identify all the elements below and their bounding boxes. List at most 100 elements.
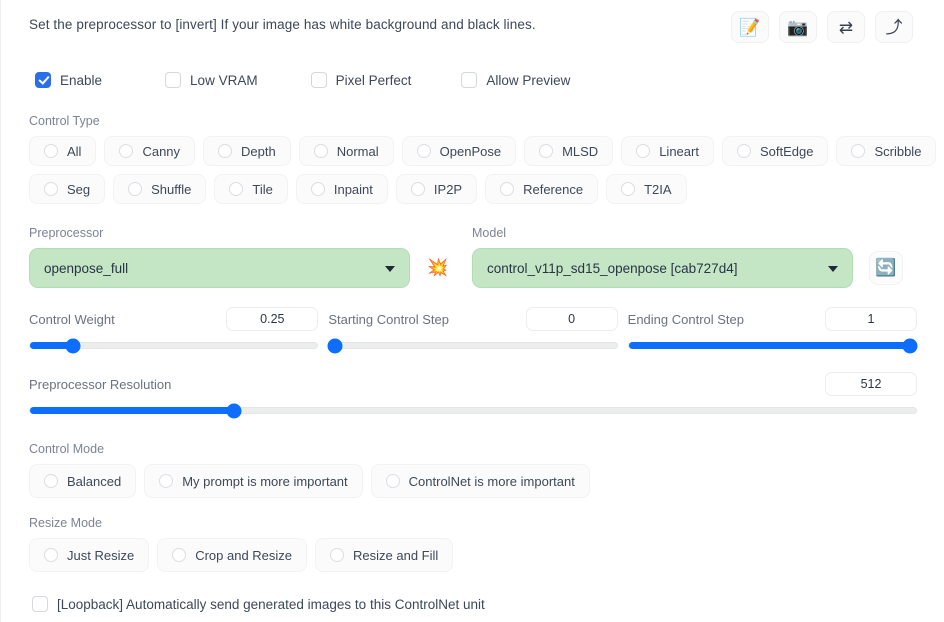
control-type-option-scribble[interactable]: Scribble xyxy=(836,136,937,166)
control-weight-track[interactable] xyxy=(29,338,319,353)
control-type-option-seg[interactable]: Seg xyxy=(29,174,106,204)
control-type-option-softedge[interactable]: SoftEdge xyxy=(721,136,829,166)
toggle-enable[interactable]: Enable xyxy=(35,72,102,88)
preprocessor-resolution-track[interactable] xyxy=(29,403,917,418)
control-mode-option-my-prompt[interactable]: My prompt is more important xyxy=(144,464,363,498)
starting-control-step-thumb[interactable] xyxy=(327,338,343,353)
toggle-pixel-perfect[interactable]: Pixel Perfect xyxy=(310,72,411,88)
panel-header: Set the preprocessor to [invert] If your… xyxy=(29,0,917,43)
control-type-option-reference[interactable]: Reference xyxy=(485,174,599,204)
enable-checkbox[interactable] xyxy=(35,72,51,88)
control-weight-slider-block: Control Weight 0.25 xyxy=(29,306,319,353)
control-mode-option-controlnet[interactable]: ControlNet is more important xyxy=(370,464,590,498)
ending-control-step-label: Ending Control Step xyxy=(627,311,745,327)
control-type-option-label: All xyxy=(67,143,82,159)
unit-toggle-row: Enable Low VRAM Pixel Perfect Allow Prev… xyxy=(29,72,917,88)
control-type-option-all[interactable]: All xyxy=(29,136,97,166)
control-type-option-normal[interactable]: Normal xyxy=(298,136,394,166)
swap-arrows-icon[interactable]: ⇄ xyxy=(827,11,865,43)
radio-icon[interactable] xyxy=(621,182,636,196)
starting-control-step-input[interactable]: 0 xyxy=(525,307,618,331)
low-vram-checkbox[interactable] xyxy=(165,72,182,88)
arrow-heading-up-icon[interactable]: ⤴ xyxy=(875,11,913,43)
model-dropdown[interactable]: control_v11p_sd15_openpose [cab727d4] xyxy=(472,248,853,288)
radio-icon[interactable] xyxy=(416,144,431,158)
radio-icon[interactable] xyxy=(172,548,187,562)
control-type-option-canny[interactable]: Canny xyxy=(104,136,196,166)
radio-icon[interactable] xyxy=(44,144,58,158)
preprocessor-resolution-input[interactable]: 512 xyxy=(825,372,917,396)
controlnet-unit-panel: Set the preprocessor to [invert] If your… xyxy=(1,0,944,622)
radio-icon[interactable] xyxy=(410,182,425,196)
radio-icon[interactable] xyxy=(500,182,515,196)
control-type-option-t2ia[interactable]: T2IA xyxy=(606,174,687,204)
resize-mode-option-crop-and-resize[interactable]: Crop and Resize xyxy=(157,538,308,572)
starting-control-step-head: Starting Control Step 0 xyxy=(328,306,618,332)
control-type-option-inpaint[interactable]: Inpaint xyxy=(295,174,388,204)
starting-control-step-slider-block: Starting Control Step 0 xyxy=(327,306,618,353)
control-type-option-openpose[interactable]: OpenPose xyxy=(401,136,517,166)
collision-icon[interactable]: 💥 xyxy=(421,251,455,285)
resize-mode-option-label: Resize and Fill xyxy=(353,547,439,563)
control-type-option-depth[interactable]: Depth xyxy=(203,136,291,166)
radio-icon[interactable] xyxy=(310,182,325,196)
control-type-option-label: Seg xyxy=(67,181,91,197)
starting-control-step-track[interactable] xyxy=(327,338,618,353)
radio-icon[interactable] xyxy=(736,144,751,158)
radio-icon[interactable] xyxy=(229,182,244,196)
control-type-option-label: Inpaint xyxy=(333,181,373,197)
preprocessor-dropdown[interactable]: openpose_full xyxy=(29,248,410,288)
control-weight-thumb[interactable] xyxy=(65,338,81,353)
control-type-option-tile[interactable]: Tile xyxy=(214,174,288,204)
radio-icon[interactable] xyxy=(313,144,328,158)
loopback-checkbox[interactable] xyxy=(32,596,48,612)
control-type-option-lineart[interactable]: Lineart xyxy=(621,136,714,166)
radio-icon[interactable] xyxy=(851,144,866,158)
radio-icon[interactable] xyxy=(218,144,233,158)
radio-icon[interactable] xyxy=(44,182,58,196)
toggle-enable-label: Enable xyxy=(60,72,103,88)
refresh-icon[interactable]: 🔄 xyxy=(869,251,903,285)
loopback-checkbox-row[interactable]: [Loopback] Automatically send generated … xyxy=(32,596,917,612)
ending-control-step-input[interactable]: 1 xyxy=(824,307,917,331)
control-type-option-mlsd[interactable]: MLSD xyxy=(524,136,614,166)
pixel-perfect-checkbox[interactable] xyxy=(310,72,327,88)
edit-memo-icon[interactable]: 📝 xyxy=(731,11,769,43)
resize-mode-option-resize-and-fill[interactable]: Resize and Fill xyxy=(315,538,454,572)
radio-icon[interactable] xyxy=(385,474,400,488)
control-type-option-label: Depth xyxy=(241,143,276,159)
toggle-low-vram[interactable]: Low VRAM xyxy=(165,72,258,88)
control-mode-section: Control Mode Balanced My prompt is more … xyxy=(29,442,917,498)
camera-icon[interactable]: 📷 xyxy=(779,11,817,43)
chevron-down-icon[interactable] xyxy=(828,266,838,272)
ending-control-step-head: Ending Control Step 1 xyxy=(628,306,917,332)
radio-icon[interactable] xyxy=(119,144,134,158)
control-type-option-shuffle[interactable]: Shuffle xyxy=(113,174,207,204)
ending-control-step-track[interactable] xyxy=(627,338,918,353)
allow-preview-checkbox[interactable] xyxy=(461,72,478,88)
control-type-option-ip2p[interactable]: IP2P xyxy=(395,174,478,204)
toggle-allow-preview[interactable]: Allow Preview xyxy=(461,72,570,88)
control-weight-head: Control Weight 0.25 xyxy=(29,306,319,332)
chevron-down-icon[interactable] xyxy=(385,266,395,272)
control-type-option-label: Canny xyxy=(142,143,181,159)
control-type-option-label: Tile xyxy=(252,181,273,197)
control-type-option-label: SoftEdge xyxy=(759,143,814,159)
resize-mode-option-just-resize[interactable]: Just Resize xyxy=(29,538,150,572)
preprocessor-resolution-thumb[interactable] xyxy=(226,403,242,418)
control-mode-option-balanced[interactable]: Balanced xyxy=(29,464,137,498)
radio-icon[interactable] xyxy=(636,144,651,158)
control-weight-input[interactable]: 0.25 xyxy=(226,307,319,331)
radio-icon[interactable] xyxy=(128,182,143,196)
radio-icon[interactable] xyxy=(44,474,58,488)
radio-icon[interactable] xyxy=(330,548,345,562)
radio-icon[interactable] xyxy=(159,474,174,488)
ending-control-step-fill xyxy=(628,342,911,349)
control-mode-option-label: My prompt is more important xyxy=(182,473,348,489)
radio-icon[interactable] xyxy=(44,548,58,562)
ending-control-step-thumb[interactable] xyxy=(902,338,918,353)
radio-icon[interactable] xyxy=(539,144,554,158)
ending-control-step-slider-block: Ending Control Step 1 xyxy=(627,306,918,353)
control-mode-option-label: ControlNet is more important xyxy=(408,473,575,489)
model-group: Model control_v11p_sd15_openpose [cab727… xyxy=(472,226,853,288)
